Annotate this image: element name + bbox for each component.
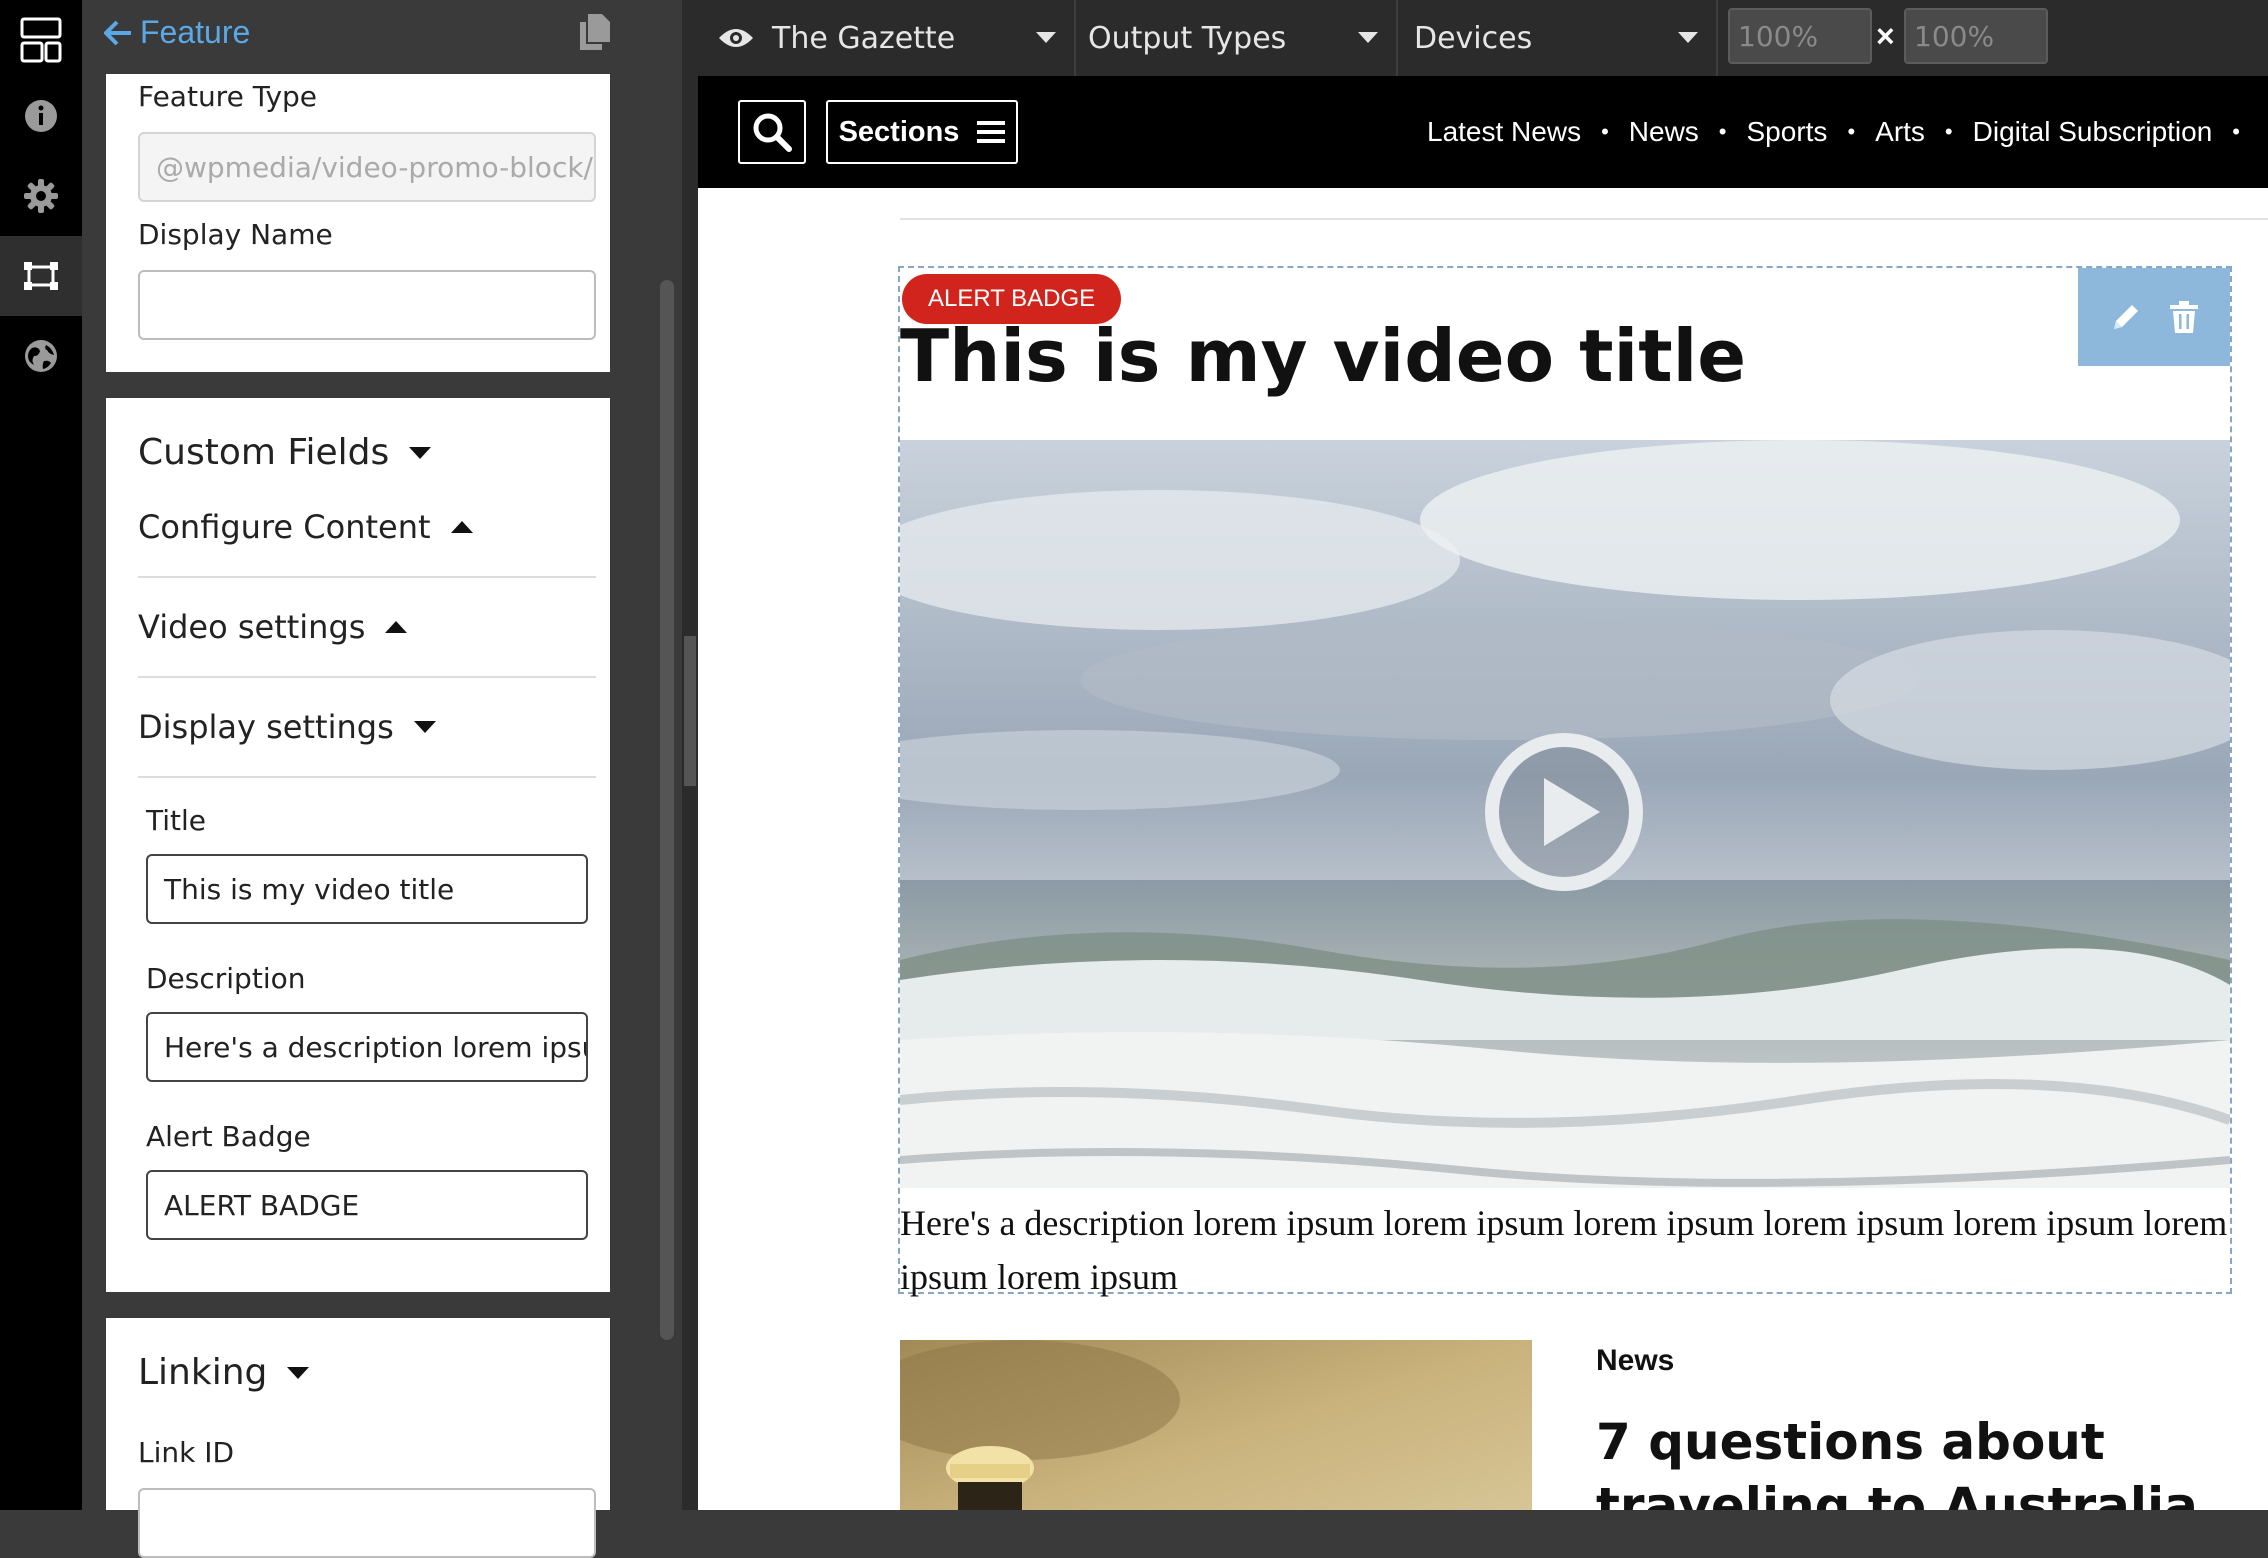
info-icon: [25, 100, 57, 132]
editor-scrollbar[interactable]: [660, 280, 674, 1340]
feature-type-field: @wpmedia/video-promo-block/v: [138, 132, 596, 202]
description-label: Description: [146, 962, 306, 995]
caret-up-icon: [450, 521, 473, 533]
nav-link-digital-subscription[interactable]: Digital Subscription: [1973, 116, 2213, 148]
display-name-label: Display Name: [138, 218, 333, 251]
devices-select[interactable]: Devices: [1398, 0, 1718, 76]
video-player[interactable]: [900, 440, 2230, 1188]
chevron-down-icon: [1678, 32, 1698, 43]
rail-feature-button[interactable]: [0, 236, 82, 316]
output-types-value: Output Types: [1088, 20, 1287, 56]
custom-fields-card: Custom Fields Configure Content Video se…: [106, 398, 610, 1292]
video-description: Here's a description lorem ipsum lorem i…: [900, 1203, 2228, 1297]
story-section-label[interactable]: News: [1596, 1344, 1674, 1378]
back-to-feature-link[interactable]: Feature: [104, 14, 250, 51]
description-field[interactable]: Here's a description lorem ipsum: [146, 1012, 588, 1082]
globe-icon: [25, 340, 57, 372]
alert-badge-field[interactable]: ALERT BADGE: [146, 1170, 588, 1240]
divider: [900, 218, 2268, 220]
copy-button[interactable]: [578, 12, 612, 57]
divider: [138, 776, 596, 778]
devices-value: Devices: [1414, 20, 1533, 56]
feature-type-label: Feature Type: [138, 80, 318, 113]
feature-info-card: Feature Type @wpmedia/video-promo-block/…: [106, 74, 610, 372]
gutter-handle[interactable]: [684, 636, 696, 786]
display-name-field[interactable]: [138, 270, 596, 340]
video-title: This is my video title: [900, 314, 1747, 398]
sections-menu-button[interactable]: Sections: [826, 100, 1018, 164]
arrow-left-icon: [104, 20, 131, 45]
nav-separator: •: [2232, 119, 2240, 144]
firefighter-image: [900, 1340, 1532, 1510]
link-id-field[interactable]: [138, 1488, 596, 1558]
custom-fields-label: Custom Fields: [138, 432, 390, 473]
caret-up-icon: [385, 621, 408, 633]
nav-separator: •: [1847, 119, 1856, 144]
site-select[interactable]: The Gazette: [698, 0, 1076, 76]
gear-icon: [24, 179, 58, 213]
nav-separator: •: [1718, 119, 1727, 144]
search-icon: [753, 113, 792, 152]
alert-badge-label: Alert Badge: [146, 1120, 311, 1153]
nav-link-arts[interactable]: Arts: [1875, 116, 1925, 148]
editor-header: Feature: [82, 0, 652, 72]
preview-toolbar: The Gazette Output Types Devices 100% × …: [698, 0, 2268, 76]
rail-globe-button[interactable]: [0, 316, 82, 396]
display-settings-toggle[interactable]: Display settings: [138, 708, 436, 746]
feature-editor-panel: Feature Feature Type @wpmedia/video-prom…: [82, 0, 652, 1558]
layout-icon: [20, 17, 62, 63]
linking-toggle[interactable]: Linking: [138, 1352, 310, 1393]
site-search-button[interactable]: [738, 100, 806, 164]
output-types-select[interactable]: Output Types: [1076, 0, 1398, 76]
caret-down-icon: [413, 721, 436, 733]
width-input[interactable]: 100%: [1728, 8, 1872, 64]
eye-icon: [719, 29, 753, 47]
divider: [138, 676, 596, 678]
display-settings-label: Display settings: [138, 708, 394, 746]
nav-links: Latest News • News • Sports • Arts • Dig…: [1427, 76, 2260, 188]
linking-label: Linking: [138, 1352, 268, 1393]
play-icon[interactable]: [1484, 732, 1644, 892]
back-link-label: Feature: [140, 14, 251, 50]
nav-separator: •: [1601, 119, 1609, 144]
configure-content-label: Configure Content: [138, 508, 431, 546]
custom-fields-toggle[interactable]: Custom Fields: [138, 432, 432, 473]
feature-frame-icon: [24, 262, 58, 290]
sections-label: Sections: [838, 115, 960, 148]
link-id-label: Link ID: [138, 1436, 235, 1469]
story-headline[interactable]: 7 questions about traveling to Australia: [1596, 1410, 2236, 1510]
height-input[interactable]: 100%: [1904, 8, 2048, 64]
rail-info-button[interactable]: [0, 76, 82, 156]
nav-link-sports[interactable]: Sports: [1747, 116, 1828, 148]
chevron-down-icon: [1036, 32, 1056, 43]
site-navigation-bar: Sections Latest News • News • Sports • A…: [698, 76, 2268, 188]
times-icon: ×: [1876, 18, 1895, 54]
hamburger-icon: [977, 121, 1006, 143]
nav-link-latest-news[interactable]: Latest News: [1427, 116, 1581, 148]
site-select-value: The Gazette: [772, 20, 956, 56]
linking-card: Linking Link ID: [106, 1318, 610, 1558]
video-promo-feature[interactable]: ALERT BADGE This is my video title Here'…: [898, 266, 2232, 1297]
pencil-icon[interactable]: [2110, 301, 2142, 333]
video-settings-toggle[interactable]: Video settings: [138, 608, 408, 646]
icon-rail: [0, 0, 82, 1510]
chevron-down-icon: [1358, 32, 1378, 43]
nav-link-news[interactable]: News: [1629, 116, 1699, 148]
copy-icon: [580, 14, 610, 50]
divider: [138, 576, 596, 578]
trash-icon[interactable]: [2170, 301, 2198, 333]
rail-settings-button[interactable]: [0, 156, 82, 236]
title-field[interactable]: This is my video title: [146, 854, 588, 924]
nav-separator: •: [1944, 119, 1953, 144]
caret-down-icon: [409, 446, 432, 459]
site-preview: Sections Latest News • News • Sports • A…: [698, 76, 2268, 1510]
title-label: Title: [146, 804, 207, 837]
video-settings-label: Video settings: [138, 608, 366, 646]
configure-content-toggle[interactable]: Configure Content: [138, 508, 473, 546]
feature-edit-tools: [2078, 268, 2230, 366]
story-image[interactable]: [900, 1340, 1532, 1510]
caret-down-icon: [287, 1366, 310, 1379]
rail-layout-button[interactable]: [0, 0, 82, 80]
